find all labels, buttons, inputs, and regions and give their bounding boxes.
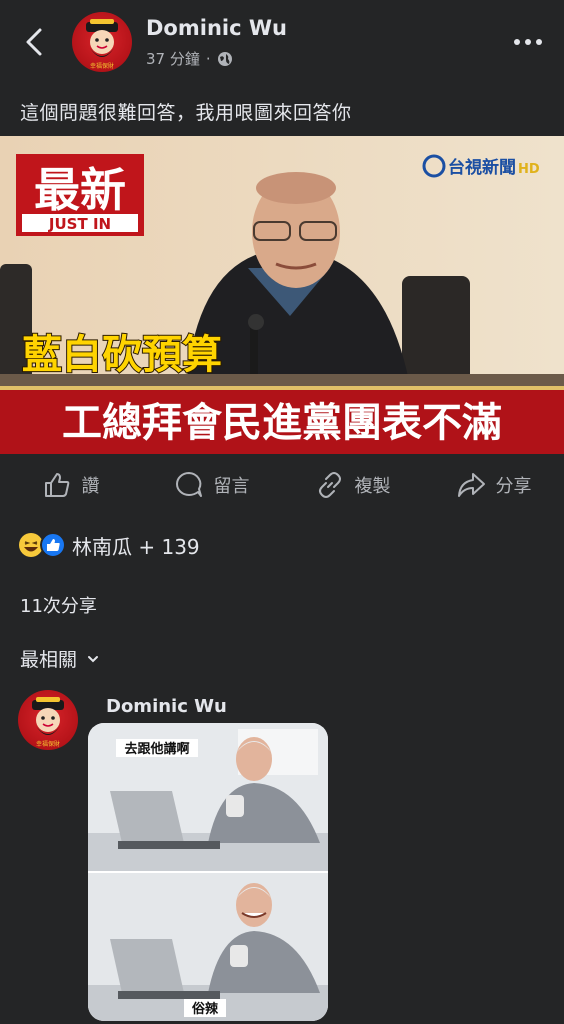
reaction-text: 林南瓜 + 139 <box>72 534 200 559</box>
comment-avatar[interactable]: 幸福保財 <box>18 690 78 750</box>
tv-logo: 台視新聞 <box>448 157 516 178</box>
poster-name[interactable]: Dominic Wu <box>146 16 287 40</box>
post-time[interactable]: 37 分鐘 <box>146 48 200 69</box>
meme-top-caption: 去跟他講啊 <box>124 741 189 757</box>
share-button[interactable]: 分享 <box>423 456 564 514</box>
svg-text:幸福保財: 幸福保財 <box>36 740 60 748</box>
badge-title: 最新 <box>34 163 126 217</box>
reaction-summary[interactable]: 林南瓜 + 139 <box>18 530 200 560</box>
fortune-god-icon: 幸福保財 <box>32 697 64 748</box>
share-count[interactable]: 11次分享 <box>20 592 97 618</box>
post-text: 這個問題很難回答，我用哏圖來回答你 <box>20 102 352 124</box>
like-label: 讚 <box>81 476 100 497</box>
link-icon <box>318 472 341 498</box>
avatar[interactable]: 幸福保財 <box>72 12 132 72</box>
chevron-left-icon[interactable] <box>20 24 50 60</box>
fortune-god-icon: 幸福保財 <box>86 19 118 70</box>
news-screenshot: 最新 JUST IN 台視新聞 HD 藍白砍預算 工總拜會民進黨團表不滿 <box>0 136 564 454</box>
headline-primary: 藍白砍預算 <box>22 332 222 378</box>
copy-label: 複製 <box>354 476 391 497</box>
post-header: 幸福保財 Dominic Wu 37 分鐘 · <box>0 0 564 86</box>
post-meta: 37 分鐘 · <box>146 48 233 69</box>
headline-secondary: 工總拜會民進黨團表不滿 <box>62 400 502 446</box>
post-image[interactable]: 最新 JUST IN 台視新聞 HD 藍白砍預算 工總拜會民進黨團表不滿 <box>0 136 564 454</box>
share-label: 分享 <box>495 476 532 497</box>
meme-picture: 去跟他講啊 俗辣 <box>88 723 328 1021</box>
meta-separator: · <box>205 49 211 68</box>
tv-logo-hd: HD <box>518 162 540 177</box>
like-button[interactable]: 讚 <box>0 456 141 514</box>
badge-subtitle: JUST IN <box>48 215 111 233</box>
chevron-down-icon <box>88 655 99 662</box>
comment-button[interactable]: 留言 <box>141 456 282 514</box>
thumbs-up-icon <box>44 473 69 497</box>
action-bar: 讚 留言 複製 分享 <box>0 456 564 514</box>
like-icon <box>40 532 66 558</box>
comment-sort[interactable]: 最相關 <box>20 645 99 672</box>
meme-bottom-caption: 俗辣 <box>191 1001 219 1017</box>
comment-label: 留言 <box>213 476 250 497</box>
share-icon <box>457 473 485 497</box>
comment-author[interactable]: Dominic Wu <box>106 696 227 717</box>
comment-icon <box>175 472 202 497</box>
more-horizontal-icon[interactable] <box>512 32 544 52</box>
globe-icon <box>217 51 232 66</box>
sort-label: 最相關 <box>20 649 78 671</box>
svg-text:幸福保財: 幸福保財 <box>90 62 114 70</box>
comment-meme-image[interactable]: 去跟他講啊 俗辣 <box>88 723 328 1021</box>
copy-button[interactable]: 複製 <box>282 456 423 514</box>
